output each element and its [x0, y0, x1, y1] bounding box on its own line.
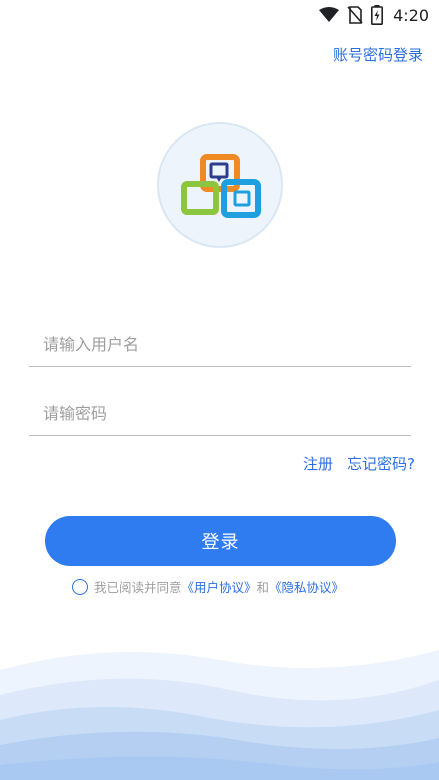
wave-background [0, 650, 439, 780]
register-link[interactable]: 注册 [303, 453, 333, 474]
agreement-and: 和 [256, 580, 270, 595]
app-logo [157, 122, 283, 248]
auth-links: 注册 忘记密码? [303, 453, 415, 474]
app-logo-icon [181, 154, 261, 218]
username-input[interactable] [29, 322, 411, 366]
wifi-icon [319, 7, 340, 22]
status-icons: 4:20 [319, 4, 429, 26]
username-field[interactable] [29, 322, 411, 367]
password-field[interactable] [29, 391, 411, 436]
status-time: 4:20 [393, 5, 429, 25]
password-input[interactable] [29, 391, 411, 435]
agreement-prefix: 我已阅读并同意 [94, 580, 182, 595]
privacy-agreement-link[interactable]: 《隐私协议》 [269, 577, 344, 596]
no-sim-icon [347, 6, 363, 24]
user-agreement-link[interactable]: 《用户协议》 [182, 577, 257, 596]
battery-charging-icon [371, 5, 384, 25]
status-bar: 4:20 [0, 0, 439, 30]
agreement-row: 我已阅读并同意 《用户协议》 和 《隐私协议》 [72, 577, 344, 596]
agreement-radio[interactable] [72, 578, 88, 595]
account-password-login-link[interactable]: 账号密码登录 [333, 44, 423, 65]
login-button[interactable]: 登录 [45, 516, 396, 566]
forgot-password-link[interactable]: 忘记密码? [347, 453, 415, 474]
